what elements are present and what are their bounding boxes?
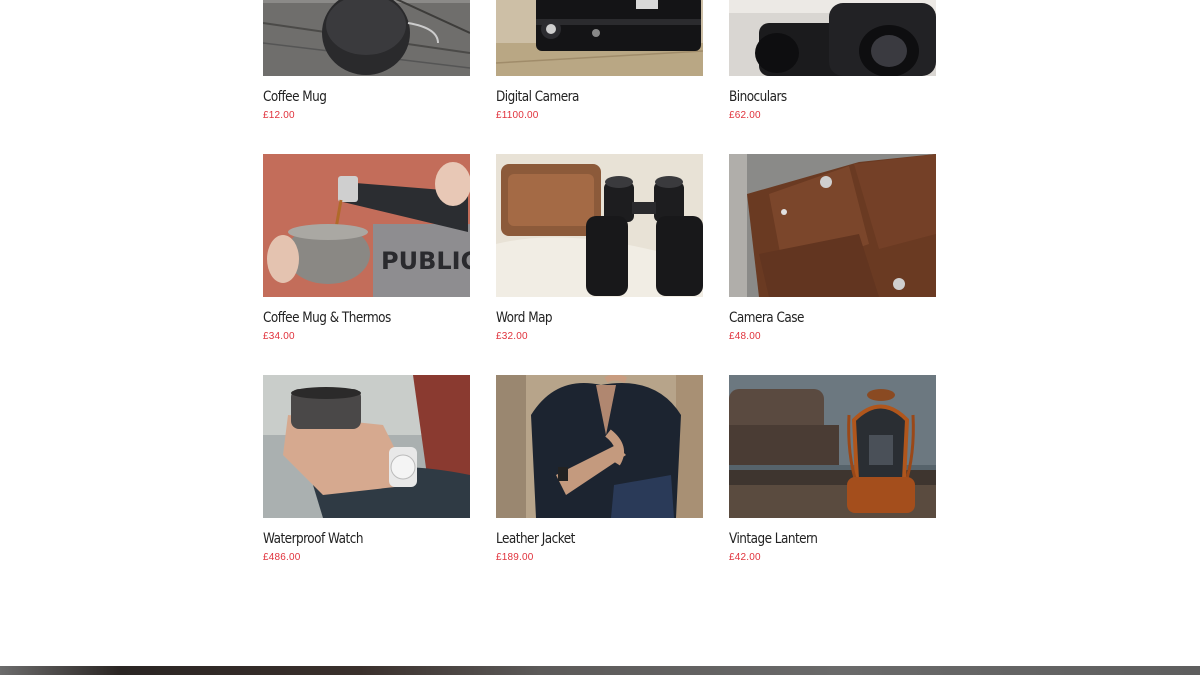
product-card: Word Map £32.00	[496, 154, 703, 375]
product-image-coffee-mug[interactable]	[263, 0, 470, 76]
product-image-leather-jacket[interactable]	[496, 375, 703, 518]
product-image-vintage-lantern[interactable]	[729, 375, 936, 518]
binoculars-on-map-photo-icon	[496, 154, 703, 297]
binoculars-photo-icon	[729, 0, 936, 76]
product-image-coffee-mug-thermos[interactable]: PUBLIC	[263, 154, 470, 297]
product-card: Leather Jacket £189.00	[496, 375, 703, 596]
product-grid: Coffee Mug £12.00 Digital Camera £1100.0…	[263, 0, 936, 596]
thermos-photo-icon: PUBLIC	[263, 154, 470, 297]
product-card: Binoculars £62.00	[729, 0, 936, 154]
product-name[interactable]: Coffee Mug	[263, 89, 441, 107]
product-name[interactable]: Vintage Lantern	[729, 531, 907, 549]
product-card: PUBLIC Coffee Mug & Thermos £34.00	[263, 154, 470, 375]
product-price: £1100.00	[496, 110, 539, 121]
jacket-photo-icon	[496, 375, 703, 518]
product-name[interactable]: Leather Jacket	[496, 531, 674, 549]
product-name[interactable]: Waterproof Watch	[263, 531, 441, 549]
coffee-mug-photo-icon	[263, 0, 470, 76]
footer-hero-band	[0, 666, 1200, 675]
product-card: Vintage Lantern £42.00	[729, 375, 936, 596]
product-image-digital-camera[interactable]	[496, 0, 703, 76]
product-name[interactable]: Coffee Mug & Thermos	[263, 310, 441, 328]
product-card: Digital Camera £1100.00	[496, 0, 703, 154]
product-price: £34.00	[263, 331, 295, 342]
product-price: £189.00	[496, 552, 534, 563]
product-image-camera-case[interactable]	[729, 154, 936, 297]
watch-photo-icon	[263, 375, 470, 518]
svg-text:PUBLIC: PUBLIC	[381, 247, 470, 275]
leather-case-photo-icon	[729, 154, 936, 297]
product-image-word-map[interactable]	[496, 154, 703, 297]
product-price: £32.00	[496, 331, 528, 342]
product-price: £62.00	[729, 110, 761, 121]
camera-photo-icon	[496, 0, 703, 76]
product-price: £48.00	[729, 331, 761, 342]
product-name[interactable]: Camera Case	[729, 310, 907, 328]
product-image-waterproof-watch[interactable]	[263, 375, 470, 518]
product-price: £42.00	[729, 552, 761, 563]
product-image-binoculars[interactable]	[729, 0, 936, 76]
product-card: Coffee Mug £12.00	[263, 0, 470, 154]
product-name[interactable]: Word Map	[496, 310, 674, 328]
product-name[interactable]: Binoculars	[729, 89, 907, 107]
product-name[interactable]: Digital Camera	[496, 89, 674, 107]
lantern-photo-icon	[729, 375, 936, 518]
product-card: Camera Case £48.00	[729, 154, 936, 375]
product-price: £12.00	[263, 110, 295, 121]
product-card: Waterproof Watch £486.00	[263, 375, 470, 596]
product-price: £486.00	[263, 552, 301, 563]
